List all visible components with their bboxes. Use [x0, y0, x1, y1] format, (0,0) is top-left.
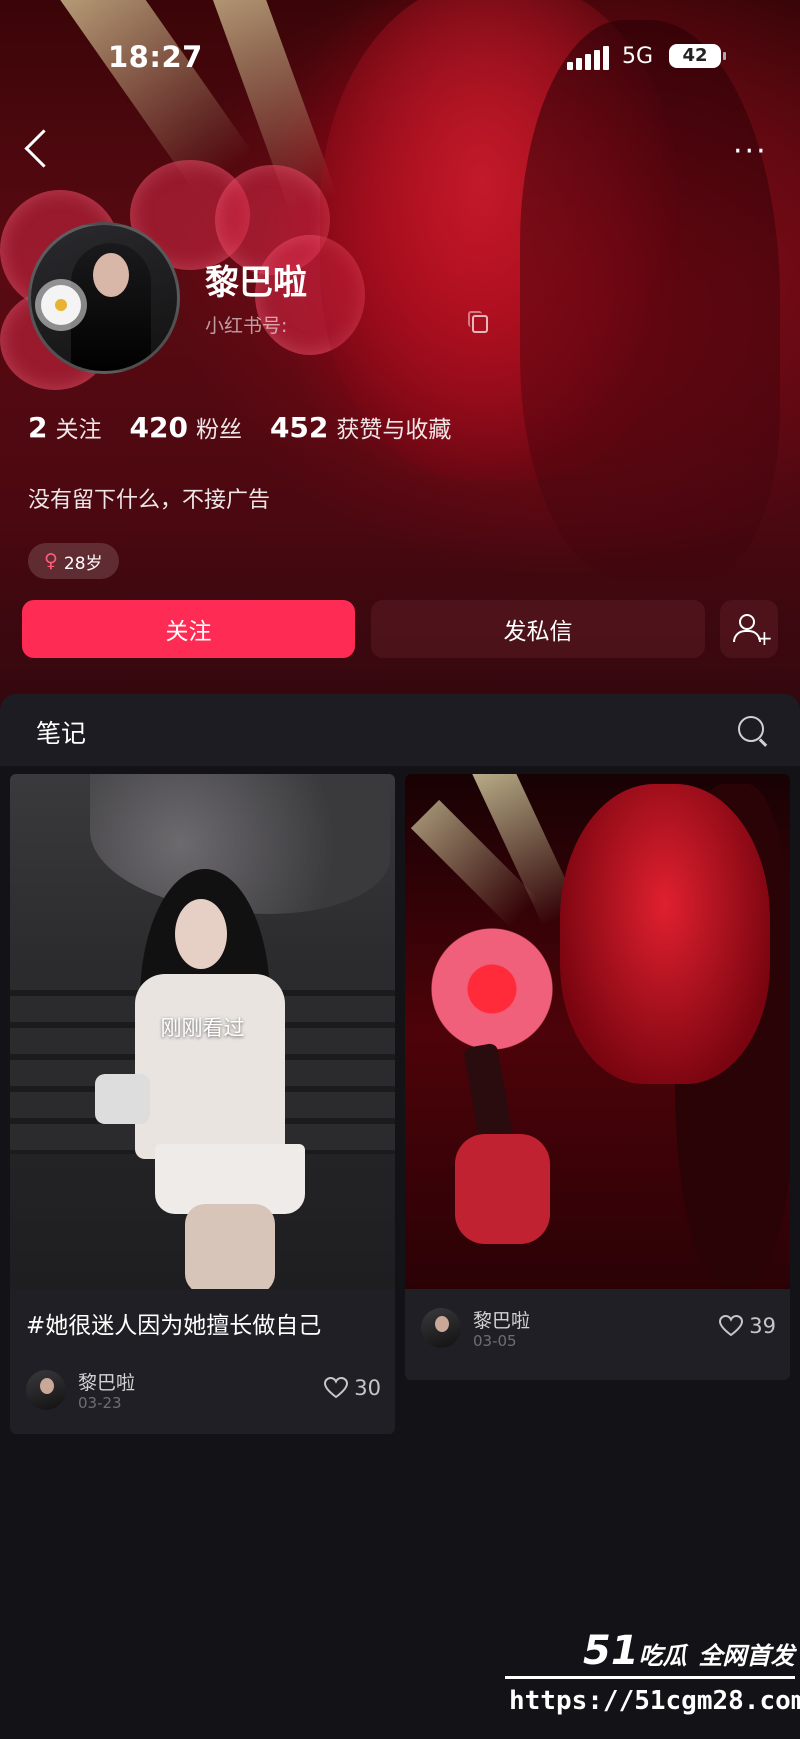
author-avatar[interactable]	[26, 1370, 66, 1410]
like-button[interactable]: 39	[719, 1314, 776, 1338]
add-friend-button[interactable]: +	[720, 600, 778, 658]
note-cover-image[interactable]	[405, 774, 790, 1289]
stat-label: 关注	[55, 417, 102, 443]
note-date: 03-05	[473, 1332, 517, 1350]
signal-icon	[567, 46, 609, 70]
like-count: 30	[354, 1376, 381, 1400]
watermark-logo: 51吃瓜 全网首发	[583, 1628, 795, 1674]
network-type: 5G	[622, 44, 654, 69]
search-icon[interactable]	[738, 716, 764, 742]
author-avatar[interactable]	[421, 1308, 461, 1348]
plus-icon: +	[756, 626, 773, 650]
stat-label: 获赞与收藏	[336, 417, 452, 443]
background-hair	[520, 20, 780, 580]
profile-bio: 没有留下什么，不接广告	[28, 488, 271, 513]
avatar[interactable]	[28, 222, 180, 374]
age-gender-tag: ♀ 28岁	[28, 543, 119, 579]
age-text: 28岁	[63, 553, 103, 574]
heart-icon	[719, 1315, 744, 1337]
stat-value: 452	[269, 411, 329, 444]
profile-name: 黎巴啦	[205, 263, 307, 303]
note-cover-image[interactable]: 刚刚看过	[10, 774, 395, 1289]
note-card[interactable]: 黎巴啦 03-05 39	[405, 774, 790, 1380]
status-bar: 18:27 5G 42	[0, 38, 800, 78]
like-count: 39	[749, 1314, 776, 1338]
stat-value: 420	[129, 411, 188, 444]
note-date: 03-23	[78, 1394, 122, 1412]
battery-icon: 42	[669, 44, 726, 68]
user-icon	[739, 614, 755, 630]
stat-likes-collects[interactable]: 452 获赞与收藏	[270, 410, 451, 444]
follow-button[interactable]: 关注	[22, 600, 355, 658]
author-name[interactable]: 黎巴啦	[78, 1368, 135, 1395]
recently-viewed-label: 刚刚看过	[160, 1016, 245, 1040]
watermark-url: https://51cgm28.com	[509, 1686, 800, 1716]
stat-label: 粉丝	[195, 417, 242, 443]
copy-icon[interactable]	[468, 311, 488, 333]
stat-value: 2	[28, 411, 48, 444]
status-time: 18:27	[108, 40, 203, 74]
watermark: 51吃瓜 全网首发 https://51cgm28.com	[505, 1628, 800, 1728]
note-meta: 黎巴啦 03-23 30	[26, 1368, 381, 1412]
stage-light-beam	[46, 0, 253, 194]
tab-notes[interactable]: 笔记	[36, 714, 86, 750]
heart-icon	[324, 1377, 349, 1399]
more-icon[interactable]: ···	[733, 137, 768, 167]
note-meta: 黎巴啦 03-05 39	[421, 1306, 776, 1350]
like-button[interactable]: 30	[324, 1376, 381, 1400]
profile-stats: 2 关注 420 粉丝 452 获赞与收藏	[28, 410, 451, 444]
note-title[interactable]: #她很迷人因为她擅长做自己	[26, 1306, 321, 1340]
note-card[interactable]: 刚刚看过 #她很迷人因为她擅长做自己 黎巴啦 03-23 30	[10, 774, 395, 1434]
message-button[interactable]: 发私信	[371, 600, 705, 658]
author-name[interactable]: 黎巴啦	[473, 1306, 530, 1333]
redbook-id-label: 小红书号:	[205, 315, 288, 337]
stat-following[interactable]: 2 关注	[28, 410, 101, 444]
content-tabs: 笔记	[0, 694, 800, 766]
female-icon: ♀	[44, 550, 58, 572]
stat-followers[interactable]: 420 粉丝	[129, 410, 241, 444]
